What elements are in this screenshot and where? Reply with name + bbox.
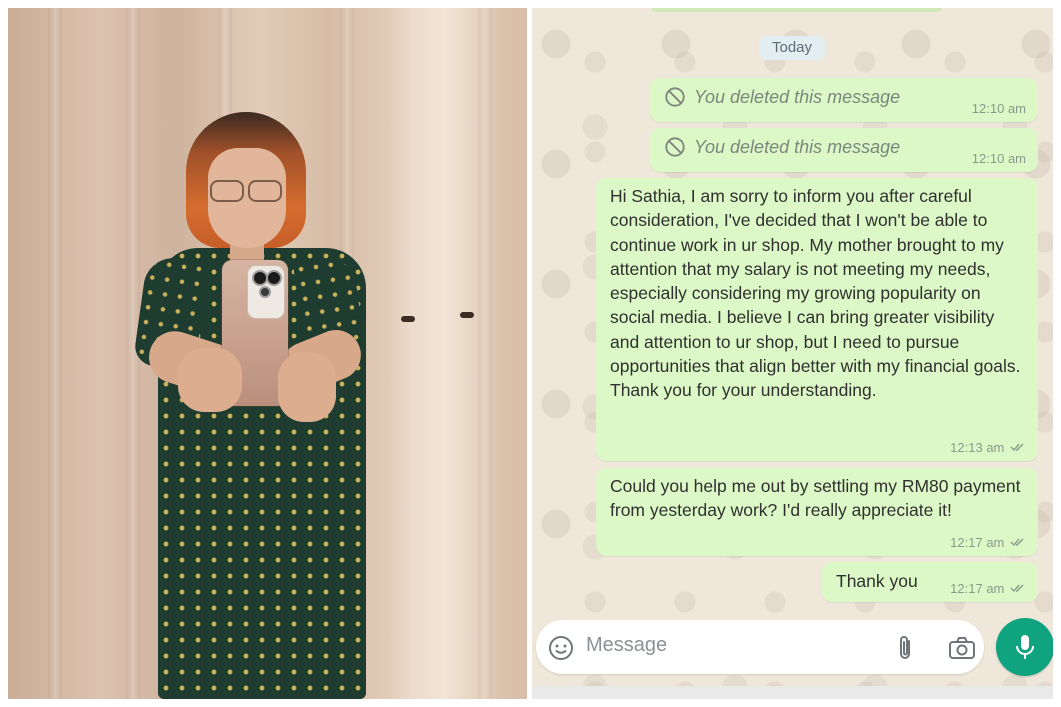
deleted-message-text: You deleted this message bbox=[694, 136, 901, 157]
hand bbox=[278, 352, 336, 422]
deleted-message-text: You deleted this message bbox=[694, 86, 901, 107]
microphone-icon bbox=[1016, 635, 1034, 659]
emoji-icon[interactable] bbox=[548, 635, 574, 661]
message-bubble-outgoing[interactable]: Thank you 12:17 am bbox=[822, 562, 1038, 602]
ban-icon bbox=[665, 137, 685, 157]
message-bubble-deleted[interactable]: You deleted this message 12:10 am bbox=[650, 128, 1038, 172]
previous-bubble-edge bbox=[652, 8, 942, 12]
message-time: 12:10 am bbox=[971, 101, 1026, 116]
chat-window: Today You deleted this message 12:10 am … bbox=[532, 8, 1053, 699]
phone-camera-module bbox=[248, 266, 284, 318]
ban-icon bbox=[665, 87, 685, 107]
message-time: 12:10 am bbox=[971, 151, 1026, 166]
hand bbox=[178, 348, 242, 412]
date-separator: Today bbox=[759, 36, 825, 60]
double-check-icon bbox=[1010, 538, 1024, 547]
message-meta: 12:17 am bbox=[950, 535, 1026, 550]
message-bubble-outgoing[interactable]: Could you help me out by settling my RM8… bbox=[596, 468, 1038, 556]
double-check-icon bbox=[1010, 584, 1024, 593]
message-meta: 12:13 am bbox=[950, 440, 1026, 455]
system-navigation-bar bbox=[532, 686, 1053, 699]
camera-icon[interactable] bbox=[948, 636, 976, 660]
message-text: Could you help me out by settling my RM8… bbox=[610, 476, 1021, 521]
message-composer: Message bbox=[532, 614, 1053, 684]
selfie-photo bbox=[8, 8, 527, 699]
message-time: 12:17 am bbox=[950, 581, 1005, 596]
paperclip-icon[interactable] bbox=[894, 634, 918, 662]
message-placeholder: Message bbox=[586, 634, 668, 656]
message-bubble-deleted[interactable]: You deleted this message 12:10 am bbox=[650, 78, 1038, 122]
glasses bbox=[210, 180, 282, 202]
message-time: 12:13 am bbox=[950, 440, 1005, 455]
person-figure bbox=[8, 8, 527, 699]
message-text: Hi Sathia, I am sorry to inform you afte… bbox=[610, 186, 1021, 401]
double-check-icon bbox=[1010, 443, 1024, 452]
message-bubble-outgoing[interactable]: Hi Sathia, I am sorry to inform you afte… bbox=[596, 178, 1038, 461]
message-input[interactable]: Message bbox=[536, 620, 984, 674]
message-meta: 12:17 am bbox=[950, 581, 1026, 596]
microphone-button[interactable] bbox=[996, 618, 1053, 676]
message-time: 12:17 am bbox=[950, 535, 1005, 550]
